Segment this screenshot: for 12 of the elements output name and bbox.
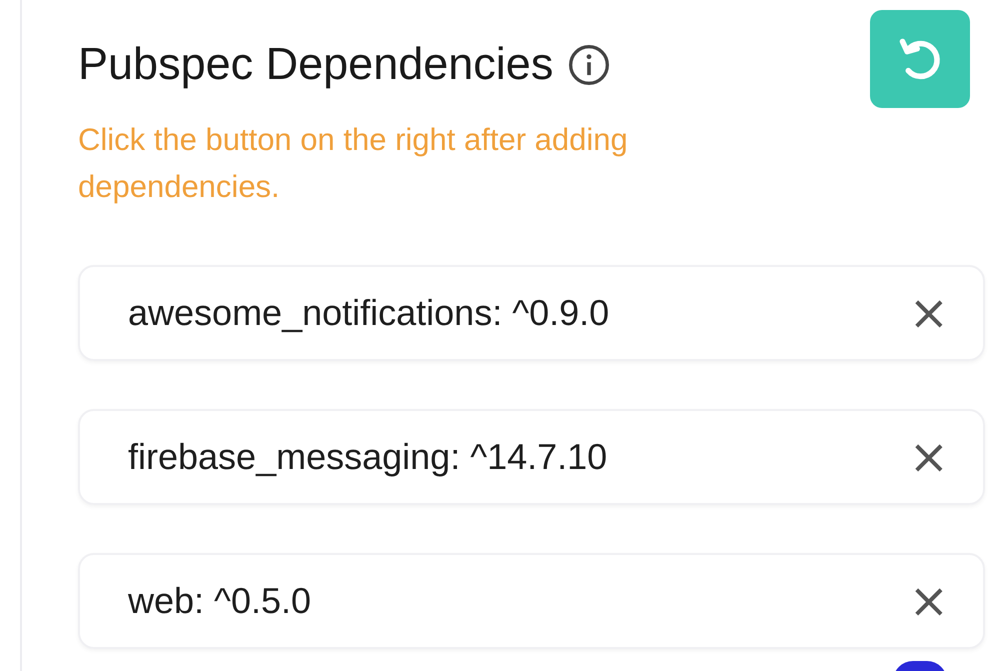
dependency-field[interactable]: web: ^0.5.0 × <box>78 553 985 649</box>
dependency-field[interactable]: awesome_notifications: ^0.9.0 × <box>78 265 985 361</box>
dependency-value: firebase_messaging: ^14.7.10 <box>128 436 608 478</box>
dependency-value: awesome_notifications: ^0.9.0 <box>128 292 610 334</box>
remove-button[interactable]: × <box>902 577 955 625</box>
remove-button[interactable]: × <box>902 433 955 481</box>
dependency-field[interactable]: firebase_messaging: ^14.7.10 × <box>78 409 985 505</box>
section-title: Pubspec Dependencies <box>78 38 554 90</box>
dependency-value: web: ^0.5.0 <box>128 580 312 622</box>
remove-button[interactable]: × <box>902 289 955 337</box>
info-icon[interactable] <box>567 43 612 87</box>
hint-text: Click the button on the right after adding dependencies. <box>78 121 629 206</box>
